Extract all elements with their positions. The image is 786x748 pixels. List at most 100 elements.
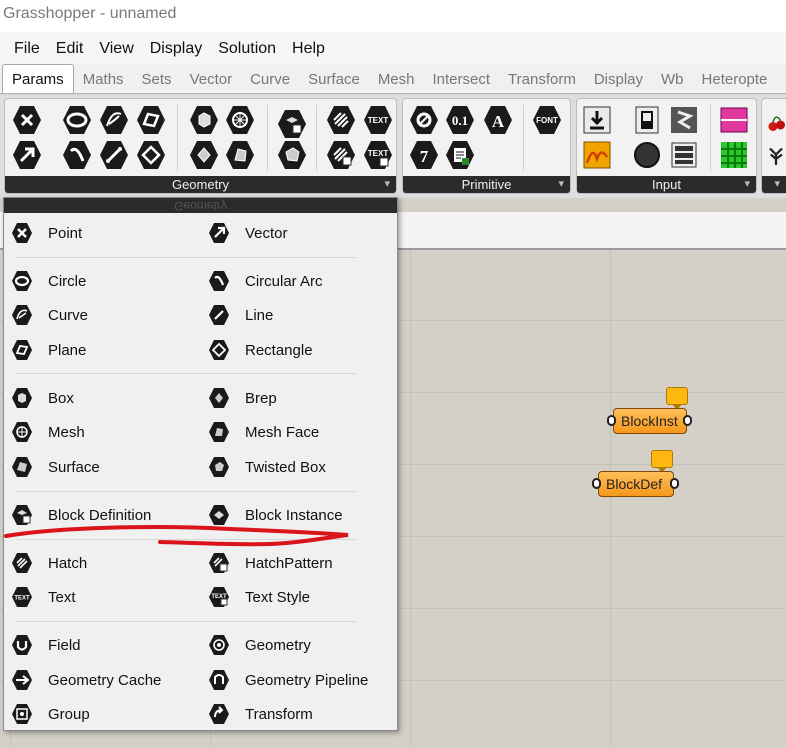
toggle-icon[interactable] bbox=[630, 103, 664, 137]
box-icon[interactable] bbox=[187, 103, 221, 137]
tab-surface[interactable]: Surface bbox=[299, 64, 369, 93]
arc-icon[interactable] bbox=[60, 138, 94, 172]
dropdown-item-group[interactable]: Group bbox=[10, 698, 90, 730]
util-panel-label[interactable] bbox=[762, 176, 786, 193]
svg-text:TEXT: TEXT bbox=[14, 596, 30, 602]
block-definition-icon[interactable] bbox=[275, 107, 309, 141]
tab-transform[interactable]: Transform bbox=[499, 64, 585, 93]
tab-params[interactable]: Params bbox=[2, 64, 74, 93]
menu-edit[interactable]: Edit bbox=[48, 32, 92, 64]
twisted-box-icon[interactable] bbox=[275, 138, 309, 172]
dropdown-item-field[interactable]: Field bbox=[10, 629, 81, 661]
menu-help[interactable]: Help bbox=[284, 32, 333, 64]
svg-text:0.1: 0.1 bbox=[452, 113, 468, 128]
dropdown-item-text-style[interactable]: TEXT Text Style bbox=[207, 581, 310, 613]
window-title: Grasshopper - unnamed bbox=[0, 0, 786, 32]
dropdown-item-mesh[interactable]: Mesh bbox=[10, 416, 85, 448]
primitive-panel-label[interactable]: Primitive bbox=[403, 176, 570, 193]
dropdown-item-label: Transform bbox=[245, 705, 313, 723]
curve-icon[interactable] bbox=[97, 103, 131, 137]
rectangle-icon[interactable] bbox=[134, 138, 168, 172]
value-list-icon[interactable] bbox=[667, 138, 701, 172]
tab-wb[interactable]: Wb bbox=[652, 64, 693, 93]
boolean-icon[interactable] bbox=[407, 103, 441, 137]
tab-display[interactable]: Display bbox=[585, 64, 652, 93]
block-definition-component[interactable]: BlockDef bbox=[598, 471, 674, 497]
line-icon[interactable] bbox=[97, 138, 131, 172]
vector-icon[interactable] bbox=[10, 138, 44, 172]
util-panel bbox=[761, 98, 786, 194]
output-port[interactable] bbox=[683, 415, 692, 426]
tab-intersect[interactable]: Intersect bbox=[424, 64, 500, 93]
dropdown-item-arc[interactable]: Circular Arc bbox=[207, 265, 323, 297]
menu-display[interactable]: Display bbox=[142, 32, 210, 64]
input-panel-label[interactable]: Input bbox=[577, 176, 756, 193]
tree-icon[interactable] bbox=[764, 139, 786, 173]
dropdown-item-transform[interactable]: Transform bbox=[207, 698, 313, 730]
circle-icon[interactable] bbox=[60, 103, 94, 137]
graph-mapper-icon[interactable] bbox=[580, 138, 614, 172]
button-icon[interactable] bbox=[630, 138, 664, 172]
mesh-icon[interactable] bbox=[223, 103, 257, 137]
block-instance-component[interactable]: BlockInst bbox=[613, 408, 687, 434]
menu-file[interactable]: File bbox=[0, 32, 48, 64]
svg-text:TEXT: TEXT bbox=[368, 116, 389, 125]
hatch-pattern-icon[interactable] bbox=[324, 138, 358, 172]
dropdown-item-line[interactable]: Line bbox=[207, 299, 273, 331]
dropdown-item-geometry-cache[interactable]: Geometry Cache bbox=[10, 664, 161, 696]
dropdown-item-brep[interactable]: Brep bbox=[207, 382, 277, 414]
tab-heteroptera[interactable]: Heteropte bbox=[693, 64, 777, 93]
message-bubble-icon[interactable] bbox=[651, 450, 673, 473]
dropdown-item-box[interactable]: Box bbox=[10, 382, 74, 414]
dropdown-item-geometry-pipeline[interactable]: Geometry Pipeline bbox=[207, 664, 368, 696]
mesh-face-icon bbox=[207, 420, 231, 444]
dropdown-item-geometry[interactable]: Geometry bbox=[207, 629, 311, 661]
colour-swatch-icon[interactable] bbox=[717, 103, 751, 137]
input-port[interactable] bbox=[592, 478, 601, 489]
menu-view[interactable]: View bbox=[91, 32, 141, 64]
hatch-icon[interactable] bbox=[324, 103, 358, 137]
dropdown-item-point[interactable]: Point bbox=[10, 217, 82, 249]
number-icon[interactable]: 0.1 bbox=[443, 103, 477, 137]
dropdown-item-plane[interactable]: Plane bbox=[10, 334, 86, 366]
mesh-face-icon[interactable] bbox=[223, 138, 257, 172]
dropdown-item-label: Circle bbox=[48, 272, 87, 290]
dropdown-item-mesh-face[interactable]: Mesh Face bbox=[207, 416, 319, 448]
font-icon[interactable]: FONT bbox=[530, 103, 564, 137]
menu-solution[interactable]: Solution bbox=[210, 32, 284, 64]
import-icon[interactable] bbox=[580, 103, 614, 137]
dropdown-item-rectangle[interactable]: Rectangle bbox=[207, 334, 313, 366]
integer-icon[interactable]: 7 bbox=[407, 138, 441, 172]
dropdown-item-hatch[interactable]: Hatch bbox=[10, 547, 87, 579]
tab-sets[interactable]: Sets bbox=[133, 64, 181, 93]
message-bubble-icon[interactable] bbox=[666, 387, 688, 410]
dropdown-item-vector[interactable]: Vector bbox=[207, 217, 288, 249]
tab-mesh[interactable]: Mesh bbox=[369, 64, 424, 93]
tab-maths[interactable]: Maths bbox=[74, 64, 133, 93]
dropdown-item-curve[interactable]: Curve bbox=[10, 299, 88, 331]
data-path-icon[interactable] bbox=[443, 138, 477, 172]
plane-icon[interactable] bbox=[134, 103, 168, 137]
dropdown-item-surface[interactable]: Surface bbox=[10, 451, 100, 483]
dropdown-item-label: Hatch bbox=[48, 554, 88, 572]
dropdown-item-text[interactable]: TEXT Text bbox=[10, 581, 76, 613]
tab-curve[interactable]: Curve bbox=[241, 64, 299, 93]
slider-icon[interactable] bbox=[667, 103, 701, 137]
dropdown-item-block-instance[interactable]: Block Instance bbox=[207, 499, 343, 531]
cherry-icon[interactable] bbox=[764, 105, 786, 139]
output-port[interactable] bbox=[670, 478, 679, 489]
input-port[interactable] bbox=[607, 415, 616, 426]
geometry-panel-label[interactable]: Geometry bbox=[5, 176, 396, 193]
tab-vector[interactable]: Vector bbox=[181, 64, 242, 93]
text-style-icon[interactable]: TEXT bbox=[361, 138, 395, 172]
brep-icon[interactable] bbox=[187, 138, 221, 172]
dropdown-item-hatch-pattern[interactable]: HatchPattern bbox=[207, 547, 333, 579]
dropdown-item-twisted-box[interactable]: Twisted Box bbox=[207, 451, 326, 483]
text-icon[interactable]: TEXT bbox=[361, 103, 395, 137]
string-icon[interactable]: A bbox=[481, 103, 515, 137]
point-icon[interactable] bbox=[10, 103, 44, 137]
gradient-icon[interactable] bbox=[717, 138, 751, 172]
dropdown-item-block-definition[interactable]: Block Definition bbox=[10, 499, 151, 531]
dropdown-item-circle[interactable]: Circle bbox=[10, 265, 86, 297]
plane-icon bbox=[10, 338, 34, 362]
